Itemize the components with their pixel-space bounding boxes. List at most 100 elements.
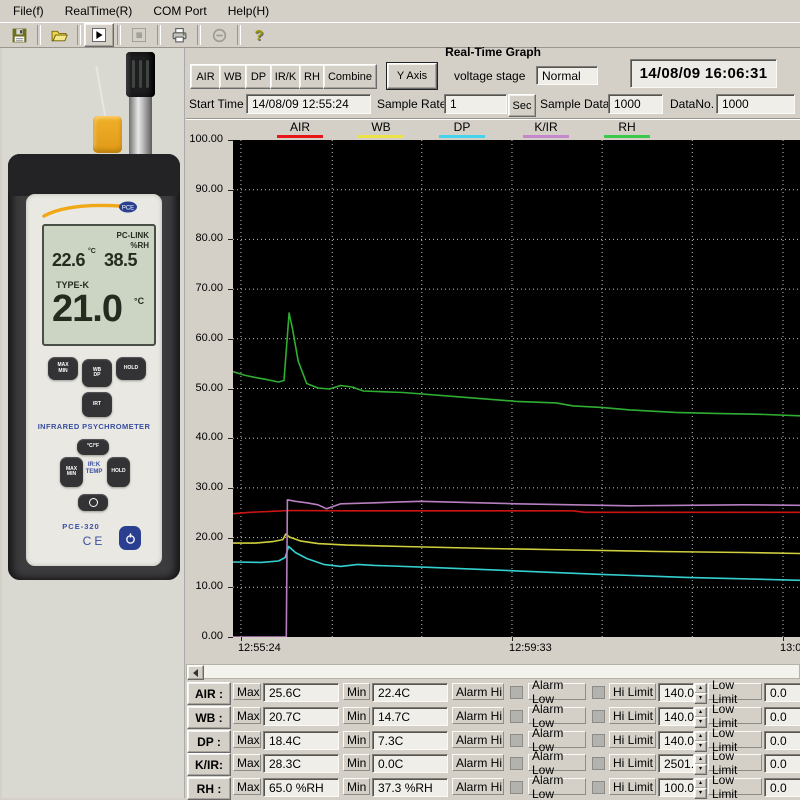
- channel-air-button[interactable]: AIR: [190, 64, 221, 89]
- hi-limit-input[interactable]: 140.0: [658, 683, 694, 702]
- spinner-down-button[interactable]: ▾: [694, 741, 707, 752]
- hi-limit-spinner: ▴▾: [694, 731, 705, 750]
- low-limit-label: Low Limit: [708, 683, 762, 700]
- legend-color-bar: [358, 135, 404, 138]
- lcd-pclink-label: PC-LINK: [117, 231, 149, 240]
- start-icon: [92, 28, 106, 42]
- scroll-left-button[interactable]: [187, 665, 204, 680]
- y-axis-label: 40.00: [184, 431, 223, 445]
- device-lcd: PC-LINK %RH 22.6 °C 38.5 TYPE-K 21.0 °C: [42, 224, 156, 346]
- row-channel-button[interactable]: DP :: [187, 730, 231, 753]
- row-channel-button[interactable]: RH :: [187, 777, 231, 800]
- hi-limit-input[interactable]: 140.0: [658, 731, 694, 750]
- legend-color-bar: [523, 135, 569, 138]
- spinner-down-button[interactable]: ▾: [694, 717, 707, 728]
- low-limit-input[interactable]: 0.0: [764, 683, 800, 702]
- x-axis-tick: [241, 637, 242, 641]
- start-button[interactable]: [84, 23, 114, 47]
- voltage-stage-label: voltage stage: [454, 69, 525, 83]
- menu-help[interactable]: Help(H): [219, 0, 278, 22]
- chart-svg: [233, 140, 800, 637]
- max-value: 20.7C: [263, 707, 339, 726]
- open-file-button[interactable]: [44, 23, 74, 47]
- spinner-down-button[interactable]: ▾: [694, 788, 707, 799]
- low-limit-input[interactable]: 0.0: [764, 778, 800, 797]
- channel-irk-button[interactable]: IR/K: [270, 64, 301, 89]
- row-channel-button[interactable]: K/IR:: [187, 753, 231, 776]
- graph-horizontal-scrollbar[interactable]: [186, 664, 800, 679]
- alarm-hi-checkbox[interactable]: [510, 757, 523, 770]
- spinner-down-button[interactable]: ▾: [694, 764, 707, 775]
- disconnect-button[interactable]: [204, 23, 234, 47]
- alarm-low-checkbox[interactable]: [592, 710, 605, 723]
- combine-button[interactable]: Combine: [323, 64, 377, 89]
- alarm-low-label: Alarm Low: [528, 731, 586, 748]
- alarm-hi-label: Alarm Hi: [452, 731, 504, 748]
- device-backlight-button: [78, 494, 108, 511]
- menu-file[interactable]: File(f): [4, 0, 53, 22]
- y-axis-label: 20.00: [184, 531, 223, 545]
- voltage-stage-field[interactable]: Normal: [536, 66, 598, 85]
- sample-data-field[interactable]: 1000: [608, 94, 663, 114]
- row-channel-button[interactable]: WB :: [187, 706, 231, 729]
- channel-wb-button[interactable]: WB: [219, 64, 247, 89]
- device-photo-panel: PCE PC-LINK %RH 22.6 °C 38.5 TYPE-K 21.0…: [2, 48, 185, 798]
- max-label: Max: [233, 707, 261, 724]
- y-axis-label: 30.00: [184, 481, 223, 495]
- alarm-low-checkbox[interactable]: [592, 734, 605, 747]
- alarm-low-checkbox[interactable]: [592, 781, 605, 794]
- max-value: 28.3C: [263, 754, 339, 773]
- help-button[interactable]: ?: [244, 23, 274, 47]
- y-axis-label: 90.00: [184, 183, 223, 197]
- probe-slot: [139, 60, 142, 88]
- print-button[interactable]: [164, 23, 194, 47]
- sec-button[interactable]: Sec: [508, 94, 536, 117]
- pce-logo: PCE: [40, 200, 148, 220]
- series-wb: [233, 534, 800, 553]
- min-value: 0.0C: [372, 754, 448, 773]
- device-cf-button: °C/°F: [77, 439, 109, 455]
- alarm-hi-checkbox[interactable]: [510, 781, 523, 794]
- low-limit-input[interactable]: 0.0: [764, 707, 800, 726]
- start-time-label: Start Time: [189, 97, 244, 111]
- toolbar-separator: [157, 25, 161, 45]
- alarm-hi-checkbox[interactable]: [510, 734, 523, 747]
- thermocouple-plug: [93, 116, 122, 153]
- channel-dp-button[interactable]: DP: [245, 64, 272, 89]
- sample-rate-input[interactable]: 1: [444, 94, 507, 114]
- low-limit-input[interactable]: 0.0: [764, 731, 800, 750]
- save-button[interactable]: [4, 23, 34, 47]
- low-limit-label: Low Limit: [708, 778, 762, 795]
- alarm-hi-checkbox[interactable]: [510, 686, 523, 699]
- low-limit-input[interactable]: 0.0: [764, 754, 800, 773]
- y-axis-button[interactable]: Y Axis: [387, 63, 437, 89]
- channel-rh-button[interactable]: RH: [299, 64, 325, 89]
- device-max-min2-button: MAX MIN: [60, 457, 83, 487]
- alarm-low-label: Alarm Low: [528, 778, 586, 795]
- alarm-hi-checkbox[interactable]: [510, 710, 523, 723]
- row-channel-button[interactable]: AIR :: [187, 682, 231, 705]
- stop-button[interactable]: [124, 23, 154, 47]
- menu-com-port[interactable]: COM Port: [144, 0, 215, 22]
- legend-label: AIR: [265, 120, 335, 134]
- hi-limit-spinner: ▴▾: [694, 778, 705, 797]
- toolbar-separator: [197, 25, 201, 45]
- alarm-low-checkbox[interactable]: [592, 757, 605, 770]
- hi-limit-input[interactable]: 100.0: [658, 778, 694, 797]
- hi-limit-input[interactable]: 140.0: [658, 707, 694, 726]
- hi-limit-spinner: ▴▾: [694, 707, 705, 726]
- device-top-band: [8, 154, 180, 196]
- data-no-field: 1000: [716, 94, 795, 114]
- menu-realtime[interactable]: RealTime(R): [56, 0, 142, 22]
- legend-label: WB: [346, 120, 416, 134]
- hi-limit-label: Hi Limit: [609, 731, 656, 748]
- y-axis-label: 60.00: [184, 332, 223, 346]
- spinner-down-button[interactable]: ▾: [694, 693, 707, 704]
- alarm-low-checkbox[interactable]: [592, 686, 605, 699]
- device-max-min-button: MAX MIN: [48, 357, 78, 380]
- min-label: Min: [343, 754, 370, 771]
- current-datetime-display: 14/08/09 16:06:31: [630, 59, 777, 88]
- min-value: 37.3 %RH: [372, 778, 448, 797]
- hi-limit-input[interactable]: 2501.0: [658, 754, 694, 773]
- table-row: DP :Max18.4CMin7.3CAlarm HiAlarm LowHi L…: [186, 730, 800, 751]
